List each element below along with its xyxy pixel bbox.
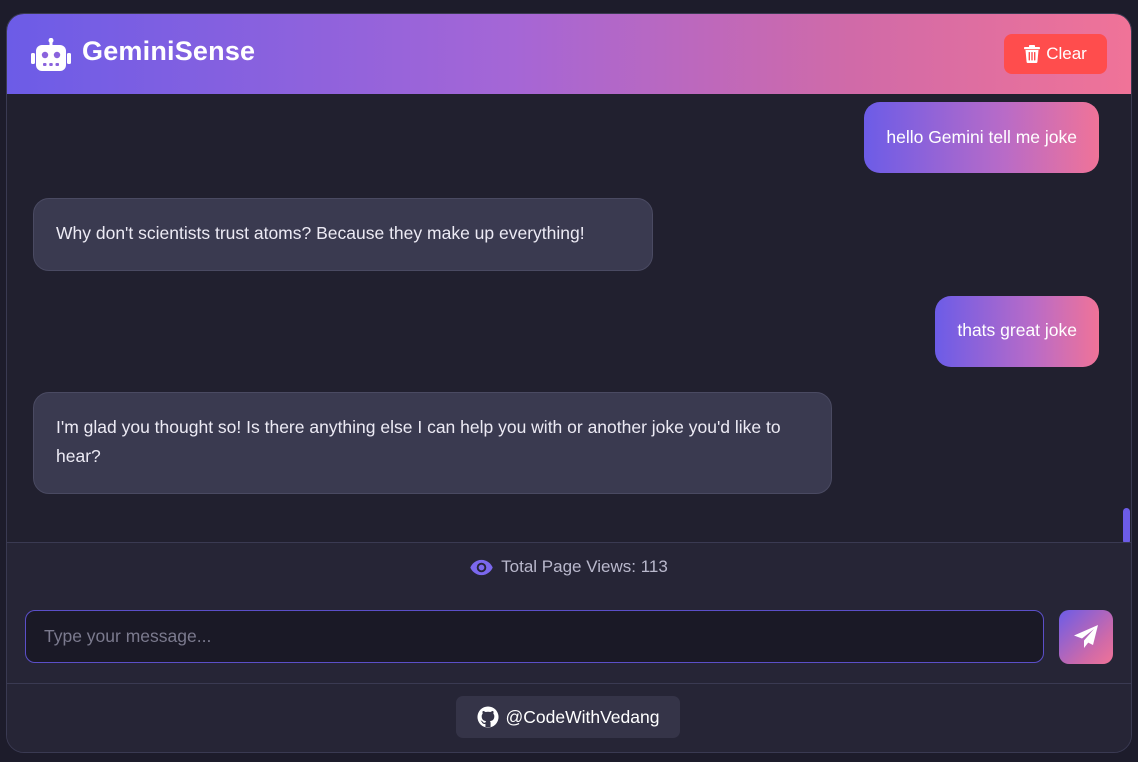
page-views-text: Total Page Views: 113 — [501, 557, 668, 576]
eye-icon — [470, 559, 493, 575]
message-input[interactable] — [25, 610, 1044, 663]
chat-app: GeminiSense Clear hello Gemini tell me j… — [6, 13, 1132, 753]
clear-button-label: Clear — [1046, 44, 1087, 63]
bot-message: Why don't scientists trust atoms? Becaus… — [33, 198, 653, 271]
paper-plane-icon — [1074, 625, 1098, 648]
robot-icon — [31, 38, 71, 71]
github-handle: @CodeWithVedang — [505, 706, 660, 727]
app-title: GeminiSense — [82, 36, 256, 66]
user-message: hello Gemini tell me joke — [864, 102, 1099, 173]
trash-icon — [1024, 45, 1041, 63]
chat-messages[interactable]: hello Gemini tell me joke Why don't scie… — [7, 94, 1131, 542]
message-composer — [7, 591, 1131, 684]
bot-message: I'm glad you thought so! Is there anythi… — [33, 392, 832, 494]
app-header: GeminiSense Clear — [7, 14, 1131, 94]
github-link[interactable]: @CodeWithVedang — [456, 696, 680, 738]
chat-scrollbar-thumb[interactable] — [1123, 508, 1130, 542]
app-footer: @CodeWithVedang — [7, 684, 1131, 752]
user-message: thats great joke — [935, 296, 1099, 367]
send-button[interactable] — [1059, 610, 1113, 664]
github-icon — [476, 706, 499, 728]
clear-chat-button[interactable]: Clear — [1004, 34, 1107, 74]
page-views-bar: Total Page Views: 113 — [7, 542, 1131, 592]
